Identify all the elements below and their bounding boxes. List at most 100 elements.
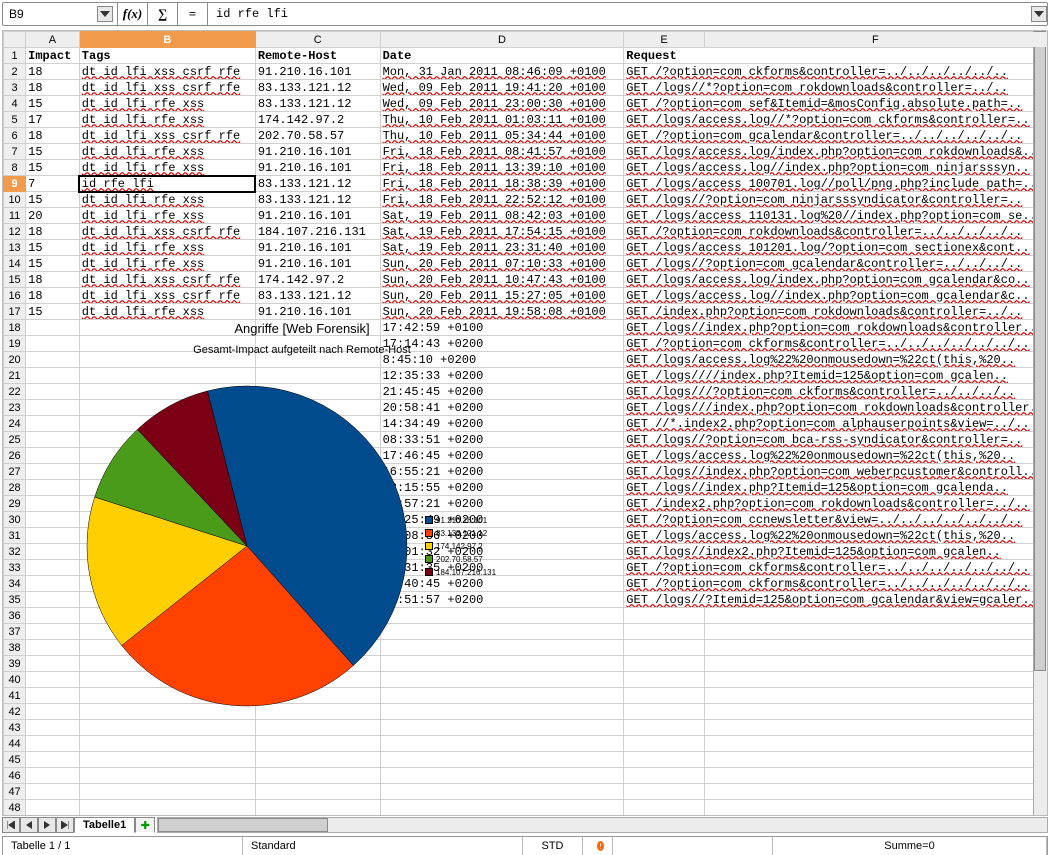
cell-D36[interactable] [380, 608, 624, 624]
cell-F41[interactable] [704, 688, 1046, 704]
row-header-41[interactable]: 41 [4, 688, 26, 704]
cell-C31[interactable] [255, 528, 380, 544]
cell-B1[interactable]: Tags [79, 48, 255, 64]
row-header-37[interactable]: 37 [4, 624, 26, 640]
cell-B41[interactable] [79, 688, 255, 704]
cell-A25[interactable] [26, 432, 80, 448]
cell-E21[interactable]: GET /logs////index.php?Itemid=125&option… [624, 368, 1047, 384]
cell-B30[interactable] [79, 512, 255, 528]
cell-C12[interactable]: 184.107.216.131 [255, 224, 380, 240]
col-header-A[interactable]: A [26, 32, 80, 48]
cell-E30[interactable]: GET /?option=com ccnewsletter&view=../..… [624, 512, 1047, 528]
cell-B37[interactable] [79, 624, 255, 640]
cell-C36[interactable] [255, 608, 380, 624]
row-header-24[interactable]: 24 [4, 416, 26, 432]
cell-A17[interactable]: 15 [26, 304, 80, 320]
status-mode[interactable]: STD [523, 837, 583, 855]
cell-D43[interactable] [380, 720, 624, 736]
cell-E8[interactable]: GET /logs/access.log//index.php?option=c… [624, 160, 1047, 176]
cell-E39[interactable] [624, 656, 705, 672]
row-header-46[interactable]: 46 [4, 768, 26, 784]
tab-nav-last[interactable] [56, 817, 74, 833]
cell-B26[interactable] [79, 448, 255, 464]
cell-B32[interactable] [79, 544, 255, 560]
cell-D16[interactable]: Sun, 20 Feb 2011 15:27:05 +0100 [380, 288, 624, 304]
cell-A31[interactable] [26, 528, 80, 544]
cell-D46[interactable] [380, 768, 624, 784]
cell-B31[interactable] [79, 528, 255, 544]
cell-C1[interactable]: Remote-Host [255, 48, 380, 64]
cell-C35[interactable] [255, 592, 380, 608]
cell-A1[interactable]: Impact [26, 48, 80, 64]
cell-C24[interactable] [255, 416, 380, 432]
cell-A35[interactable] [26, 592, 80, 608]
cell-B8[interactable]: dt id lfi rfe xss [79, 160, 255, 176]
cell-E49[interactable] [624, 816, 705, 817]
cell-E13[interactable]: GET /logs/access 101201.log/?option=com … [624, 240, 1047, 256]
cell-D19[interactable]: 17:14:43 +0200 [380, 336, 624, 352]
sheet-scroll-area[interactable]: A B C D E F 1 Impact Tags Remote-Host Da… [2, 30, 1048, 816]
cell-D26[interactable]: 17:46:45 +0200 [380, 448, 624, 464]
cell-A45[interactable] [26, 752, 80, 768]
cell-D28[interactable]: 12:15:55 +0200 [380, 480, 624, 496]
cell-A28[interactable] [26, 480, 80, 496]
cell-E45[interactable] [624, 752, 705, 768]
cell-D45[interactable] [380, 752, 624, 768]
cell-E47[interactable] [624, 784, 705, 800]
formula-input-wrap[interactable] [208, 6, 1031, 22]
cell-A5[interactable]: 17 [26, 112, 80, 128]
row-header-20[interactable]: 20 [4, 352, 26, 368]
cell-C17[interactable]: 91.210.16.101 [255, 304, 380, 320]
row-header-40[interactable]: 40 [4, 672, 26, 688]
cell-A39[interactable] [26, 656, 80, 672]
cell-B18[interactable] [79, 320, 255, 336]
cell-reference-box[interactable] [3, 3, 118, 25]
formula-input[interactable] [214, 6, 1025, 22]
row-header-32[interactable]: 32 [4, 544, 26, 560]
cell-E43[interactable] [624, 720, 705, 736]
cell-C43[interactable] [255, 720, 380, 736]
row-header-39[interactable]: 39 [4, 656, 26, 672]
cell-reference-input[interactable] [7, 6, 97, 22]
cell-C4[interactable]: 83.133.121.12 [255, 96, 380, 112]
cell-E1[interactable]: Request [624, 48, 1047, 64]
row-header-11[interactable]: 11 [4, 208, 26, 224]
row-header-49[interactable]: 49 [4, 816, 26, 817]
cell-A15[interactable]: 18 [26, 272, 80, 288]
cell-D41[interactable] [380, 688, 624, 704]
cell-C19[interactable] [255, 336, 380, 352]
cell-A9[interactable]: 7 [26, 176, 80, 192]
cell-D31[interactable]: 17:08:36 +0200 [380, 528, 624, 544]
row-header-3[interactable]: 3 [4, 80, 26, 96]
cell-E22[interactable]: GET /logs///?option=com ckforms&controll… [624, 384, 1047, 400]
cell-C44[interactable] [255, 736, 380, 752]
cell-B19[interactable] [79, 336, 255, 352]
row-header-15[interactable]: 15 [4, 272, 26, 288]
cell-F47[interactable] [704, 784, 1046, 800]
cell-B13[interactable]: dt id lfi rfe xss [79, 240, 255, 256]
cell-B6[interactable]: dt id lfi xss csrf rfe [79, 128, 255, 144]
cell-E36[interactable] [624, 608, 705, 624]
status-sum[interactable]: Summe=0 [773, 837, 1047, 855]
cell-B29[interactable] [79, 496, 255, 512]
cell-C28[interactable] [255, 480, 380, 496]
cell-C34[interactable] [255, 576, 380, 592]
cell-C18[interactable] [255, 320, 380, 336]
cell-C8[interactable]: 91.210.16.101 [255, 160, 380, 176]
cell-D29[interactable]: 12:57:21 +0200 [380, 496, 624, 512]
cell-E20[interactable]: GET /logs/access.log%22%20onmousedown=%2… [624, 352, 1047, 368]
cell-E29[interactable]: GET /index2.php?option=com rokdownloads&… [624, 496, 1047, 512]
col-header-F[interactable]: F [704, 32, 1046, 48]
cell-A8[interactable]: 15 [26, 160, 80, 176]
cell-D3[interactable]: Wed, 09 Feb 2011 19:41:20 +0100 [380, 80, 624, 96]
cell-A14[interactable]: 15 [26, 256, 80, 272]
cell-C13[interactable]: 91.210.16.101 [255, 240, 380, 256]
cell-C7[interactable]: 91.210.16.101 [255, 144, 380, 160]
cell-A19[interactable] [26, 336, 80, 352]
cell-D2[interactable]: Mon, 31 Jan 2011 08:46:09 +0100 [380, 64, 624, 80]
cell-E28[interactable]: GET /logs//index.php?Itemid=125&option=c… [624, 480, 1047, 496]
add-sheet-button[interactable]: ✚ [135, 817, 155, 833]
cell-A32[interactable] [26, 544, 80, 560]
cell-F36[interactable] [704, 608, 1046, 624]
cell-C38[interactable] [255, 640, 380, 656]
